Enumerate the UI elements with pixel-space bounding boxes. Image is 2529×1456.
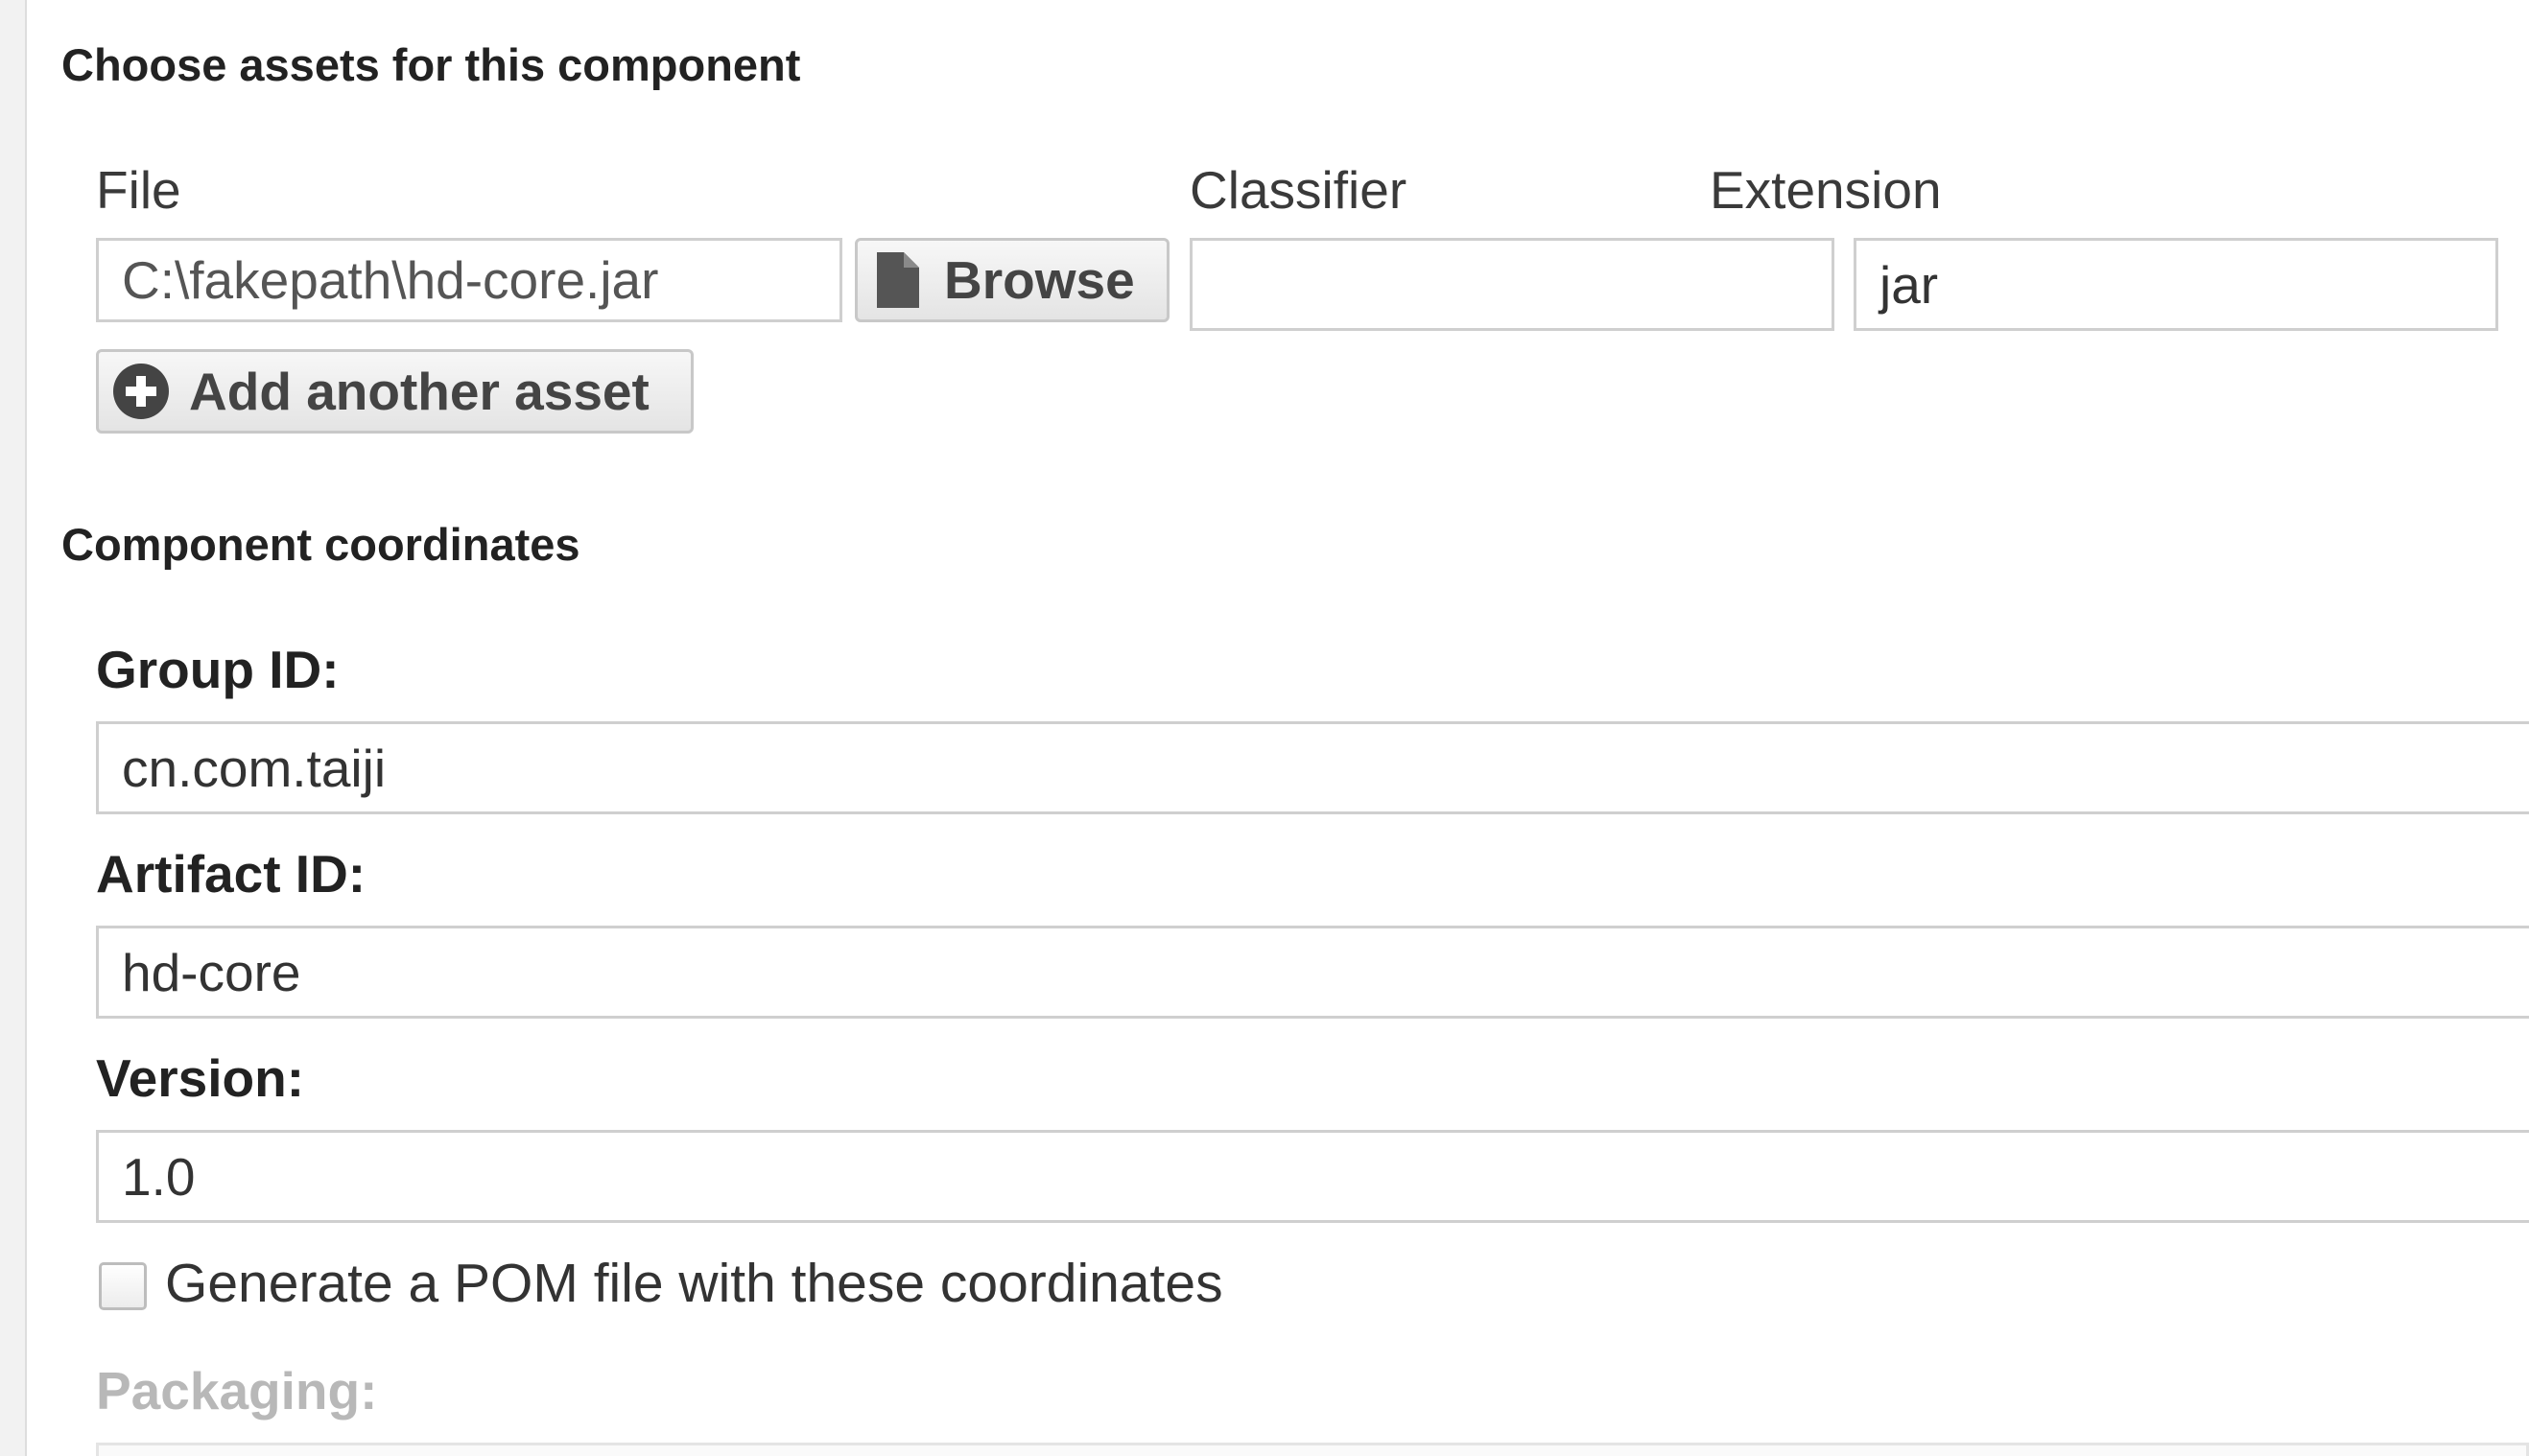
- file-column-label: File: [96, 160, 181, 220]
- browse-button[interactable]: Browse: [855, 238, 1170, 322]
- packaging-field: [96, 1443, 2529, 1456]
- packaging-label: Packaging:: [96, 1361, 378, 1421]
- version-value: 1.0: [122, 1146, 196, 1207]
- coordinates-section-title: Component coordinates: [61, 519, 580, 570]
- extension-value: jar: [1879, 254, 1939, 315]
- artifact-id-field[interactable]: hd-core: [96, 926, 2529, 1019]
- classifier-column-label: Classifier: [1190, 160, 1407, 220]
- extension-column-label: Extension: [1710, 160, 1942, 220]
- file-icon: [877, 252, 919, 308]
- browse-button-label: Browse: [944, 250, 1135, 310]
- left-rail: [0, 0, 27, 1456]
- extension-field[interactable]: jar: [1854, 238, 2498, 331]
- generate-pom-checkbox[interactable]: [99, 1262, 147, 1310]
- file-path-field[interactable]: C:\fakepath\hd-core.jar: [96, 238, 842, 322]
- version-label: Version:: [96, 1048, 305, 1108]
- version-field[interactable]: 1.0: [96, 1130, 2529, 1223]
- add-another-asset-label: Add another asset: [189, 362, 650, 421]
- artifact-id-label: Artifact ID:: [96, 844, 366, 904]
- artifact-id-value: hd-core: [122, 942, 301, 1002]
- assets-section-title: Choose assets for this component: [61, 39, 801, 90]
- add-another-asset-button[interactable]: Add another asset: [96, 349, 694, 434]
- generate-pom-label[interactable]: Generate a POM file with these coordinat…: [165, 1252, 1223, 1315]
- group-id-label: Group ID:: [96, 640, 340, 699]
- plus-circle-icon: [112, 363, 170, 420]
- classifier-field[interactable]: [1190, 238, 1834, 331]
- group-id-field[interactable]: cn.com.taiji: [96, 721, 2529, 814]
- group-id-value: cn.com.taiji: [122, 738, 387, 798]
- file-path-value: C:\fakepath\hd-core.jar: [122, 250, 659, 310]
